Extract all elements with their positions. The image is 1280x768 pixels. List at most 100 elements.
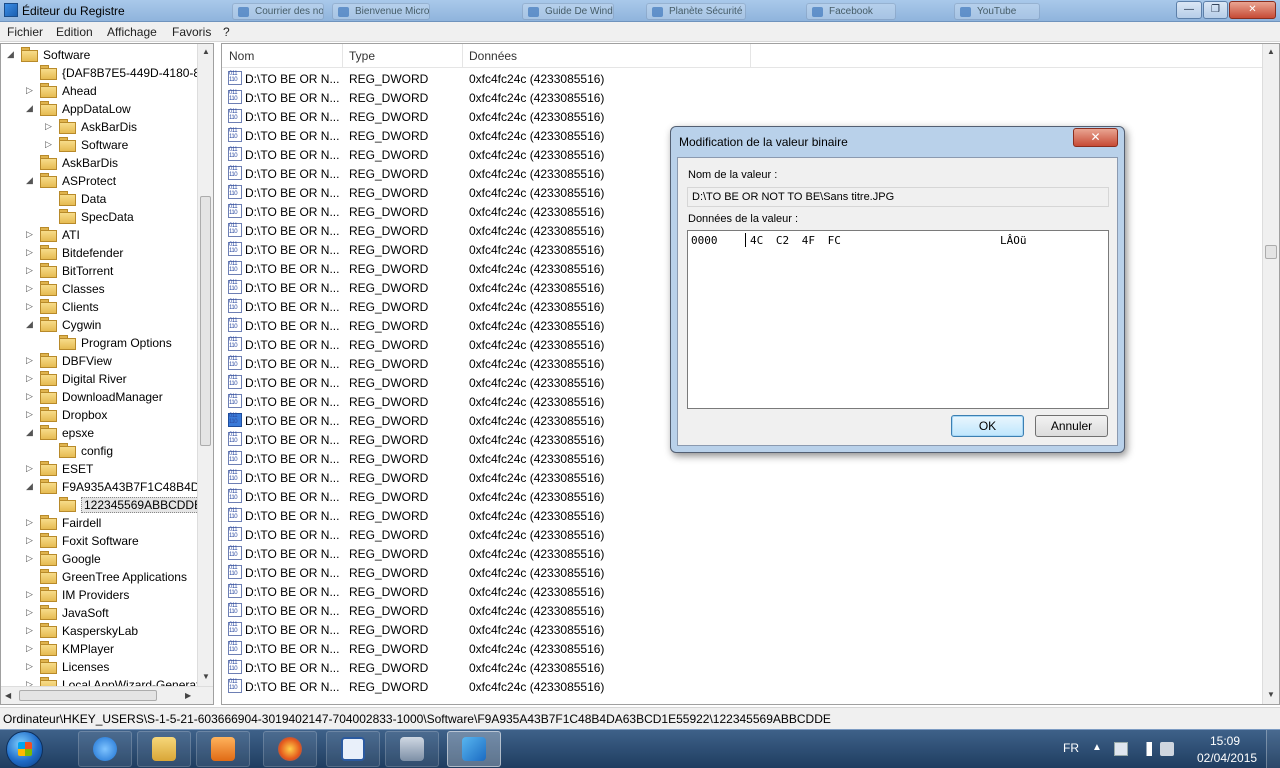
list-item[interactable]: D:\TO BE OR N... REG_DWORD 0xfc4fc24c (423… — [226, 544, 826, 563]
network-flag-icon[interactable] — [1114, 742, 1128, 756]
expand-arrow-icon[interactable]: ▷ — [26, 409, 36, 420]
background-tab[interactable]: Guide De Windows ... — [522, 3, 614, 20]
tree-hscroll-thumb[interactable] — [19, 690, 157, 701]
menu-help[interactable]: ? — [223, 25, 230, 39]
expand-arrow-icon[interactable]: ▷ — [26, 625, 36, 636]
expand-arrow-icon[interactable]: ▷ — [26, 85, 36, 96]
column-header-data[interactable]: Données — [469, 49, 517, 63]
scroll-left-arrow-icon[interactable]: ◀ — [5, 691, 11, 700]
taskbar-ie[interactable] — [78, 731, 132, 767]
dialog-close-button[interactable]: ✕ — [1073, 128, 1118, 147]
taskbar-firefox[interactable] — [263, 731, 317, 767]
list-item[interactable]: D:\TO BE OR N... REG_DWORD 0xfc4fc24c (423… — [226, 69, 826, 88]
column-separator[interactable] — [462, 44, 463, 68]
expand-arrow-icon[interactable]: ▷ — [26, 229, 36, 240]
expand-arrow-icon[interactable]: ▷ — [45, 139, 55, 150]
background-tab[interactable]: Planète Sécurité B... — [646, 3, 746, 20]
list-item[interactable]: D:\TO BE OR N... REG_DWORD 0xfc4fc24c (423… — [226, 107, 826, 126]
expand-arrow-icon[interactable]: ▷ — [26, 463, 36, 474]
column-header-type[interactable]: Type — [349, 49, 375, 63]
expand-arrow-icon[interactable]: ▷ — [26, 373, 36, 384]
list-item[interactable]: D:\TO BE OR N... REG_DWORD 0xfc4fc24c (423… — [226, 468, 826, 487]
background-tab[interactable]: Courrier des nouve... — [232, 3, 324, 20]
show-desktop-button[interactable] — [1266, 730, 1280, 768]
expand-arrow-icon[interactable]: ▷ — [26, 607, 36, 618]
tree-horizontal-scrollbar[interactable]: ◀ ▶ — [1, 686, 213, 704]
taskbar-regedit[interactable] — [447, 731, 501, 767]
background-tab[interactable]: Facebook — [806, 3, 896, 20]
menu-favoris[interactable]: Favoris — [172, 25, 211, 39]
column-separator[interactable] — [342, 44, 343, 68]
clock-date[interactable]: 02/04/2015 — [1197, 751, 1257, 765]
list-item[interactable]: D:\TO BE OR N... REG_DWORD 0xfc4fc24c (423… — [226, 506, 826, 525]
scroll-down-arrow-icon[interactable]: ▼ — [202, 672, 210, 681]
list-item[interactable]: D:\TO BE OR N... REG_DWORD 0xfc4fc24c (423… — [226, 639, 826, 658]
taskbar-regedit-doc[interactable] — [326, 731, 380, 767]
maximize-button[interactable]: ❐ — [1203, 1, 1228, 19]
show-hidden-icons-icon[interactable]: ▲ — [1092, 742, 1106, 756]
tree-vertical-scrollbar[interactable]: ▲ ▼ — [197, 44, 213, 686]
collapse-arrow-icon[interactable]: ◢ — [7, 49, 17, 60]
expand-arrow-icon[interactable]: ▷ — [26, 301, 36, 312]
expand-arrow-icon[interactable]: ▷ — [26, 589, 36, 600]
background-tab[interactable]: YouTube — [954, 3, 1040, 20]
expand-arrow-icon[interactable]: ▷ — [26, 661, 36, 672]
list-item[interactable]: D:\TO BE OR N... REG_DWORD 0xfc4fc24c (423… — [226, 677, 826, 696]
column-header-name[interactable]: Nom — [229, 49, 254, 63]
hex-editor[interactable]: 0000 4C C2 4F FC LÂOü — [687, 230, 1109, 409]
minimize-button[interactable]: — — [1176, 1, 1202, 19]
signal-icon[interactable] — [1138, 742, 1152, 756]
list-item[interactable]: D:\TO BE OR N... REG_DWORD 0xfc4fc24c (423… — [226, 525, 826, 544]
scroll-down-arrow-icon[interactable]: ▼ — [1267, 690, 1275, 699]
value-type: REG_DWORD — [349, 167, 429, 181]
collapse-arrow-icon[interactable]: ◢ — [26, 481, 36, 492]
close-button[interactable]: ✕ — [1229, 1, 1276, 19]
expand-arrow-icon[interactable]: ▷ — [26, 391, 36, 402]
menu-edition[interactable]: Edition — [56, 25, 93, 39]
list-item[interactable]: D:\TO BE OR N... REG_DWORD 0xfc4fc24c (423… — [226, 487, 826, 506]
start-button[interactable] — [6, 731, 43, 768]
taskbar-media[interactable] — [196, 731, 250, 767]
expand-arrow-icon[interactable]: ▷ — [26, 553, 36, 564]
list-item[interactable]: D:\TO BE OR N... REG_DWORD 0xfc4fc24c (423… — [226, 658, 826, 677]
expand-arrow-icon[interactable]: ▷ — [26, 265, 36, 276]
list-item[interactable]: D:\TO BE OR N... REG_DWORD 0xfc4fc24c (423… — [226, 88, 826, 107]
taskbar-search-app[interactable] — [385, 731, 439, 767]
expand-arrow-icon[interactable]: ▷ — [26, 355, 36, 366]
list-item[interactable]: D:\TO BE OR N... REG_DWORD 0xfc4fc24c (423… — [226, 620, 826, 639]
ok-button[interactable]: OK — [951, 415, 1024, 437]
binary-value-icon — [228, 432, 242, 446]
menu-fichier[interactable]: Fichier — [7, 25, 43, 39]
expand-arrow-icon[interactable]: ▷ — [26, 643, 36, 654]
list-item[interactable]: D:\TO BE OR N... REG_DWORD 0xfc4fc24c (423… — [226, 563, 826, 582]
volume-icon[interactable] — [1160, 742, 1174, 756]
scroll-right-arrow-icon[interactable]: ▶ — [185, 691, 191, 700]
tree-scroll-thumb[interactable] — [200, 196, 211, 446]
collapse-arrow-icon[interactable]: ◢ — [26, 319, 36, 330]
list-item[interactable]: D:\TO BE OR N... REG_DWORD 0xfc4fc24c (423… — [226, 582, 826, 601]
hex-bytes[interactable]: 4C C2 4F FC — [750, 234, 841, 247]
collapse-arrow-icon[interactable]: ◢ — [26, 175, 36, 186]
clock-time[interactable]: 15:09 — [1210, 734, 1240, 748]
scroll-up-arrow-icon[interactable]: ▲ — [202, 47, 210, 56]
taskbar-explorer[interactable] — [137, 731, 191, 767]
background-tab[interactable]: Bienvenue Microsoft — [332, 3, 430, 20]
scroll-up-arrow-icon[interactable]: ▲ — [1267, 47, 1275, 56]
collapse-arrow-icon[interactable]: ◢ — [26, 103, 36, 114]
list-scroll-thumb[interactable] — [1265, 245, 1277, 259]
column-separator[interactable] — [750, 44, 751, 68]
hex-ascii[interactable]: LÂOü — [1000, 234, 1027, 247]
registry-tree[interactable]: ◢ Software {DAF8B7E5-449D-4180-82 ▷ Ahead ◢ Ap… — [0, 43, 214, 705]
expand-arrow-icon[interactable]: ▷ — [26, 247, 36, 258]
expand-arrow-icon[interactable]: ▷ — [45, 121, 55, 132]
language-indicator[interactable]: FR — [1063, 741, 1079, 755]
cancel-button[interactable]: Annuler — [1035, 415, 1108, 437]
list-item[interactable]: D:\TO BE OR N... REG_DWORD 0xfc4fc24c (423… — [226, 601, 826, 620]
collapse-arrow-icon[interactable]: ◢ — [26, 427, 36, 438]
expand-arrow-icon[interactable]: ▷ — [26, 535, 36, 546]
expand-arrow-icon[interactable]: ▷ — [26, 517, 36, 528]
list-vertical-scrollbar[interactable]: ▲ ▼ — [1262, 44, 1279, 704]
menu-affichage[interactable]: Affichage — [107, 25, 157, 39]
value-name-field[interactable]: D:\TO BE OR NOT TO BE\Sans titre.JPG — [687, 187, 1109, 207]
expand-arrow-icon[interactable]: ▷ — [26, 283, 36, 294]
